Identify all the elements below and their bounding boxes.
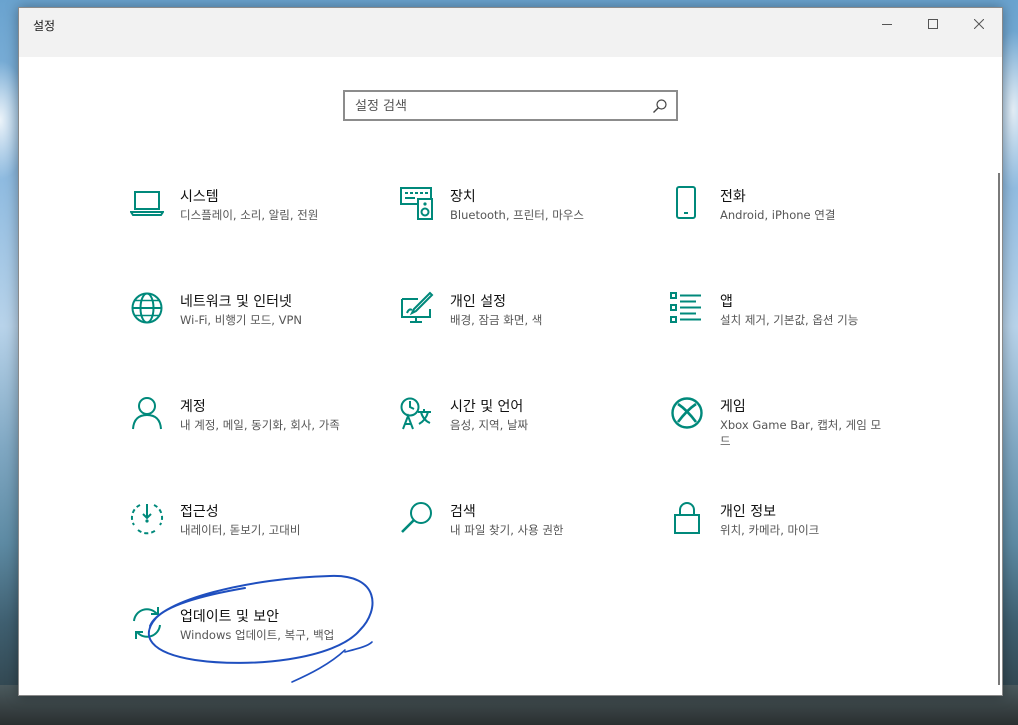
category-title: 개인 정보 xyxy=(720,504,776,520)
close-icon xyxy=(974,19,984,29)
settings-search-box[interactable] xyxy=(343,90,678,121)
category-title: 검색 xyxy=(450,504,476,520)
xbox-icon xyxy=(671,397,703,429)
minimize-button[interactable] xyxy=(864,8,910,40)
category-apps[interactable]: 앱 설치 제거, 기본값, 옵션 기능 xyxy=(670,291,900,371)
category-subtitle: Bluetooth, 프린터, 마우스 xyxy=(450,208,584,222)
category-subtitle: 배경, 잠금 화면, 색 xyxy=(450,313,543,327)
category-subtitle: Wi-Fi, 비행기 모드, VPN xyxy=(180,313,303,327)
category-title: 시스템 xyxy=(180,189,219,205)
category-time-language[interactable]: 시간 및 언어 음성, 지역, 날짜 xyxy=(400,396,630,476)
category-title: 개인 설정 xyxy=(450,294,506,310)
settings-window: 설정 시스템 디스플레이, 소리, 알림, 전원 xyxy=(18,7,1003,696)
category-subtitle: 음성, 지역, 날짜 xyxy=(450,418,529,432)
category-subtitle: 내 계정, 메일, 동기화, 회사, 가족 xyxy=(180,418,340,432)
ease-of-access-icon xyxy=(130,504,164,535)
category-devices[interactable]: 장치 Bluetooth, 프린터, 마우스 xyxy=(400,186,630,266)
close-button[interactable] xyxy=(956,8,1002,40)
category-phone[interactable]: 전화 Android, iPhone 연결 xyxy=(670,186,900,266)
category-title: 게임 xyxy=(720,399,746,415)
person-icon xyxy=(132,397,162,430)
category-title: 접근성 xyxy=(180,504,219,520)
category-subtitle: Xbox Game Bar, 캡처, 게임 모드 xyxy=(720,418,882,448)
paint-monitor-icon xyxy=(401,291,434,323)
globe-icon xyxy=(131,292,163,324)
category-subtitle: 설치 제거, 기본값, 옵션 기능 xyxy=(720,313,859,327)
category-ease-of-access[interactable]: 접근성 내레이터, 돋보기, 고대비 xyxy=(130,501,360,581)
category-subtitle: Windows 업데이트, 복구, 백업 xyxy=(180,628,335,642)
time-language-icon xyxy=(400,397,431,430)
category-search[interactable]: 검색 내 파일 찾기, 사용 권한 xyxy=(400,501,630,581)
maximize-button[interactable] xyxy=(910,8,956,40)
category-title: 계정 xyxy=(180,399,206,415)
category-subtitle: 내레이터, 돋보기, 고대비 xyxy=(180,523,301,537)
category-personalization[interactable]: 개인 설정 배경, 잠금 화면, 색 xyxy=(400,291,630,371)
category-subtitle: Android, iPhone 연결 xyxy=(720,208,836,222)
maximize-icon xyxy=(928,19,938,29)
category-title: 네트워크 및 인터넷 xyxy=(180,294,292,310)
laptop-icon xyxy=(130,191,164,216)
minimize-icon xyxy=(882,24,892,25)
search-input[interactable] xyxy=(353,94,647,119)
lock-icon xyxy=(674,502,700,534)
title-bar[interactable]: 설정 xyxy=(19,8,1002,57)
category-title: 시간 및 언어 xyxy=(450,399,524,415)
category-subtitle: 디스플레이, 소리, 알림, 전원 xyxy=(180,208,319,222)
category-gaming[interactable]: 게임 Xbox Game Bar, 캡처, 게임 모드 xyxy=(670,396,900,476)
app-list-icon xyxy=(670,292,701,323)
sync-icon xyxy=(133,607,161,639)
category-title: 전화 xyxy=(720,189,746,205)
window-title: 설정 xyxy=(33,19,56,33)
category-title: 업데이트 및 보안 xyxy=(180,609,280,625)
category-title: 장치 xyxy=(450,189,476,205)
category-title: 앱 xyxy=(720,294,733,310)
phone-icon xyxy=(676,186,696,219)
category-accounts[interactable]: 계정 내 계정, 메일, 동기화, 회사, 가족 xyxy=(130,396,360,476)
category-update-security[interactable]: 업데이트 및 보안 Windows 업데이트, 복구, 백업 xyxy=(130,606,360,686)
category-subtitle: 위치, 카메라, 마이크 xyxy=(720,523,820,537)
scrollbar[interactable] xyxy=(998,173,1000,685)
magnifier-icon xyxy=(401,502,432,533)
category-privacy[interactable]: 개인 정보 위치, 카메라, 마이크 xyxy=(670,501,900,581)
category-subtitle: 내 파일 찾기, 사용 권한 xyxy=(450,523,564,537)
category-system[interactable]: 시스템 디스플레이, 소리, 알림, 전원 xyxy=(130,186,360,266)
category-network[interactable]: 네트워크 및 인터넷 Wi-Fi, 비행기 모드, VPN xyxy=(130,291,360,371)
keyboard-speaker-icon xyxy=(400,187,433,220)
search-icon[interactable] xyxy=(652,98,668,114)
